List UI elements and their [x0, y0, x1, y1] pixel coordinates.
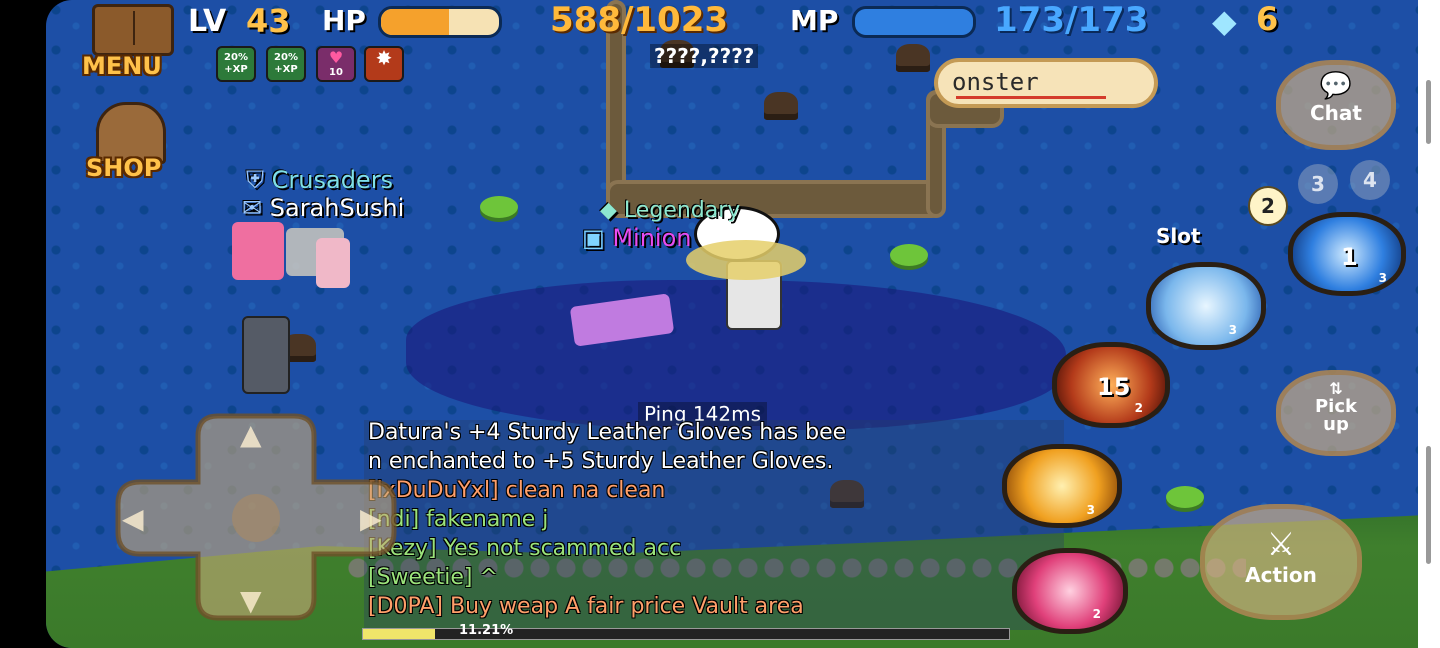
mp-value: 173/173	[994, 0, 1149, 40]
guild-shield-icon: ⛨	[246, 166, 264, 194]
rage-buff-icon: ✸	[364, 46, 404, 82]
map-coordinates: ????,????	[650, 44, 759, 68]
tree-stump	[896, 44, 930, 72]
xp-boost-icon: 20% +XP	[216, 46, 256, 82]
action-button[interactable]: ⚔ Action	[1200, 504, 1362, 620]
mushroom-plant	[1166, 486, 1204, 508]
experience-bar: 11.21%	[362, 623, 1010, 640]
menu-label: MENU	[82, 52, 162, 80]
crossed-swords-icon: ⚔	[1266, 525, 1296, 563]
slash-skill-button[interactable]: 3	[1002, 444, 1122, 528]
mushroom-plant	[480, 196, 518, 218]
guild-cube-icon: ▣	[582, 224, 605, 252]
mp-label: MP	[790, 4, 839, 37]
ice-skill-button[interactable]: 3	[1146, 262, 1266, 350]
player-title-tag: ◆ Legendary	[600, 198, 741, 223]
mp-bar-fill	[855, 9, 973, 35]
emote-halo	[686, 240, 806, 280]
title-badge-icon: ◆	[600, 198, 617, 223]
chat-message: Datura's +4 Sturdy Leather Gloves has be…	[368, 420, 847, 445]
player-character[interactable]	[316, 238, 350, 288]
hp-value: 588/1023	[550, 0, 729, 40]
menu-button[interactable]: MENU	[78, 4, 182, 80]
experience-percent: 11.21%	[459, 623, 514, 638]
level-value: 43	[246, 2, 291, 40]
fire-skill-button[interactable]: 15 2	[1052, 342, 1170, 428]
gem-icon: ◆	[1212, 2, 1237, 40]
dpad-right-arrow[interactable]: ▶	[360, 502, 382, 535]
mail-icon: ✉	[242, 194, 263, 222]
slot-page-3[interactable]: 3	[1298, 164, 1338, 204]
gem-count: 6	[1256, 0, 1279, 38]
xp-boost-icon: 20% +XP	[266, 46, 306, 82]
tree-stump	[764, 92, 798, 120]
knight-character[interactable]	[242, 316, 290, 394]
book-icon	[92, 4, 174, 56]
hp-bar	[378, 6, 502, 38]
dpad-up-arrow[interactable]: ▲	[240, 418, 262, 451]
level-label: LV	[188, 4, 227, 39]
monster-search-input[interactable]: onster	[934, 58, 1158, 108]
chat-button[interactable]: 💬 Chat	[1276, 60, 1396, 150]
player-name-sarahsushi: ✉ SarahSushi	[242, 194, 405, 222]
dpad-left-arrow[interactable]: ◀	[122, 502, 144, 535]
chat-message: [D0PA] Buy weap A fair price Vault area	[368, 594, 804, 619]
directional-pad[interactable]: ▲ ▼ ◀ ▶	[108, 412, 404, 622]
hp-label: HP	[322, 4, 366, 37]
player-name-minion: ▣ Minion	[582, 224, 692, 252]
mushroom-plant	[890, 244, 928, 266]
shop-button[interactable]: SHOP	[82, 100, 182, 186]
spear-skill-button[interactable]: 2	[1012, 548, 1128, 634]
shop-label: SHOP	[86, 154, 162, 182]
scroll-thumb-upper[interactable]	[1426, 80, 1431, 144]
speech-bubble-icon: 💬	[1319, 71, 1353, 101]
slot-page-4[interactable]: 4	[1350, 160, 1390, 200]
mp-bar	[852, 6, 976, 38]
text-cursor-underline	[956, 96, 1106, 99]
pickup-button[interactable]: ⇅ Pick up	[1276, 370, 1396, 456]
system-scroll-rail	[1418, 0, 1440, 648]
hp-bar-fill	[381, 9, 449, 35]
dpad-down-arrow[interactable]: ▼	[240, 584, 262, 617]
eye-skill-button[interactable]: 1 3	[1288, 212, 1406, 296]
guild-name: ⛨ Crusaders	[246, 166, 394, 194]
player-character-sarahsushi[interactable]	[232, 222, 284, 280]
scroll-thumb-lower[interactable]	[1426, 446, 1431, 564]
chat-message: [Kezy] Yes not scammed acc	[368, 536, 682, 561]
chat-message: n enchanted to +5 Sturdy Leather Gloves.	[368, 449, 834, 474]
slot-label: Slot	[1156, 224, 1201, 248]
experience-fill	[363, 629, 436, 639]
chat-message: [lxDuDuYxl] clean na clean	[368, 478, 666, 503]
heart-buff-icon: ♥ 10	[316, 46, 356, 82]
slot-page-2[interactable]: 2	[1248, 186, 1288, 226]
